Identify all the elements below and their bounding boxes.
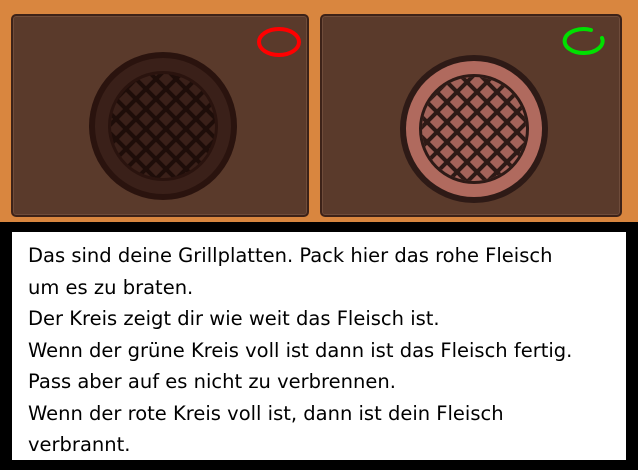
grill-slot-left[interactable] [11,14,309,217]
tutorial-dialog-box: Das sind deine Grillplatten. Pack hier d… [12,232,626,460]
dialog-line: Wenn der rote Kreis voll ist, dann ist d… [28,401,504,425]
grill-area [0,0,638,222]
dialog-line: Pass aber auf es nicht zu verbrennen. [28,370,396,393]
dialog-line: um es zu braten. [28,275,194,299]
dialog-line: Wenn der grüne Kreis voll ist dann ist d… [28,338,573,362]
dialog-line: Das sind deine Grillplatten. Pack hier d… [28,244,553,267]
timer-ring-green-icon [562,27,605,56]
tutorial-dialog[interactable]: Das sind deine Grillplatten. Pack hier d… [0,222,638,470]
dialog-line: Der Kreis zeigt dir wie weit das Fleisch… [28,307,440,330]
grill-plate-icon [89,52,237,200]
grill-slot-right[interactable] [320,14,622,217]
dialog-line: verbrannt. [28,433,131,456]
timer-ring-red-icon [257,27,301,57]
grill-plate-icon [400,55,548,203]
